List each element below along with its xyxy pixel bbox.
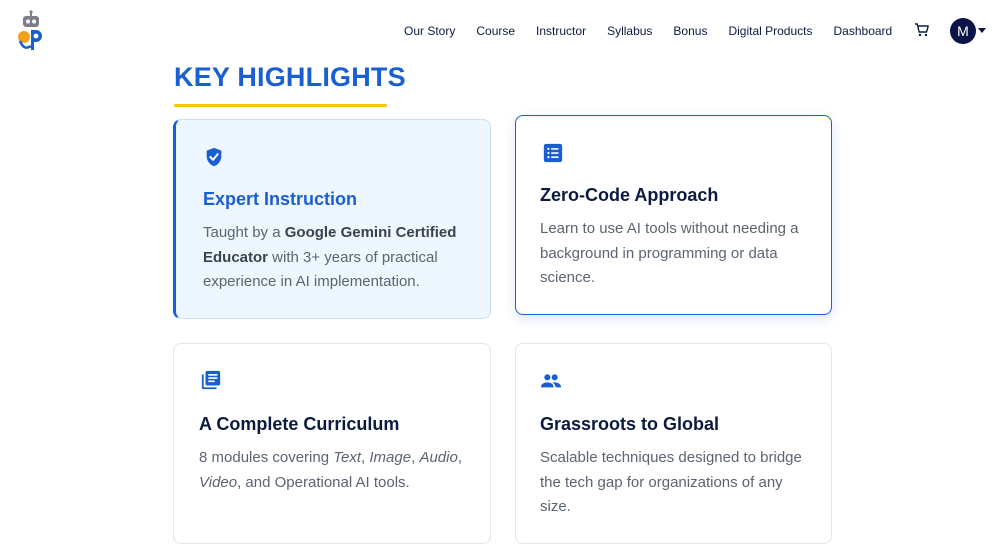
user-avatar[interactable]: M bbox=[950, 18, 976, 44]
nav-bonus[interactable]: Bonus bbox=[673, 24, 707, 38]
shield-check-icon bbox=[206, 147, 222, 167]
cart-icon[interactable] bbox=[914, 22, 930, 38]
section-title: KEY HIGHLIGHTS bbox=[174, 62, 406, 92]
card-title: Expert Instruction bbox=[203, 189, 358, 209]
card-title: A Complete Curriculum bbox=[199, 414, 400, 434]
highlight-card-zero-code[interactable]: Zero-Code Approach Learn to use AI tools… bbox=[515, 115, 832, 315]
card-description: 8 modules covering Text, Image, Audio, V… bbox=[199, 449, 462, 491]
nav-digital-products[interactable]: Digital Products bbox=[728, 24, 812, 38]
main-nav: Our Story Course Instructor Syllabus Bon… bbox=[404, 18, 913, 44]
card-description: Learn to use AI tools without needing a … bbox=[540, 220, 799, 286]
highlight-card-curriculum[interactable]: A Complete Curriculum 8 modules covering… bbox=[173, 343, 491, 544]
robot-logo[interactable] bbox=[14, 10, 48, 52]
card-description: Taught by a Google Gemini Certified Educ… bbox=[203, 224, 457, 290]
list-icon bbox=[543, 143, 563, 163]
nav-dashboard[interactable]: Dashboard bbox=[834, 24, 893, 38]
library-books-icon bbox=[201, 370, 221, 390]
nav-instructor[interactable]: Instructor bbox=[536, 24, 586, 38]
chevron-down-icon[interactable] bbox=[978, 28, 986, 33]
card-title: Grassroots to Global bbox=[540, 414, 720, 434]
nav-our-story[interactable]: Our Story bbox=[404, 24, 455, 38]
avatar-initial: M bbox=[957, 23, 969, 39]
card-description: Scalable techniques designed to bridge t… bbox=[540, 449, 802, 515]
highlight-card-expert-instruction[interactable]: Expert Instruction Taught by a Google Ge… bbox=[173, 119, 491, 319]
people-icon bbox=[540, 374, 562, 388]
highlight-card-grassroots[interactable]: Grassroots to Global Scalable techniques… bbox=[515, 343, 832, 544]
title-underline bbox=[174, 104, 387, 107]
card-title: Zero-Code Approach bbox=[540, 185, 719, 205]
nav-course[interactable]: Course bbox=[476, 24, 515, 38]
nav-syllabus[interactable]: Syllabus bbox=[607, 24, 652, 38]
